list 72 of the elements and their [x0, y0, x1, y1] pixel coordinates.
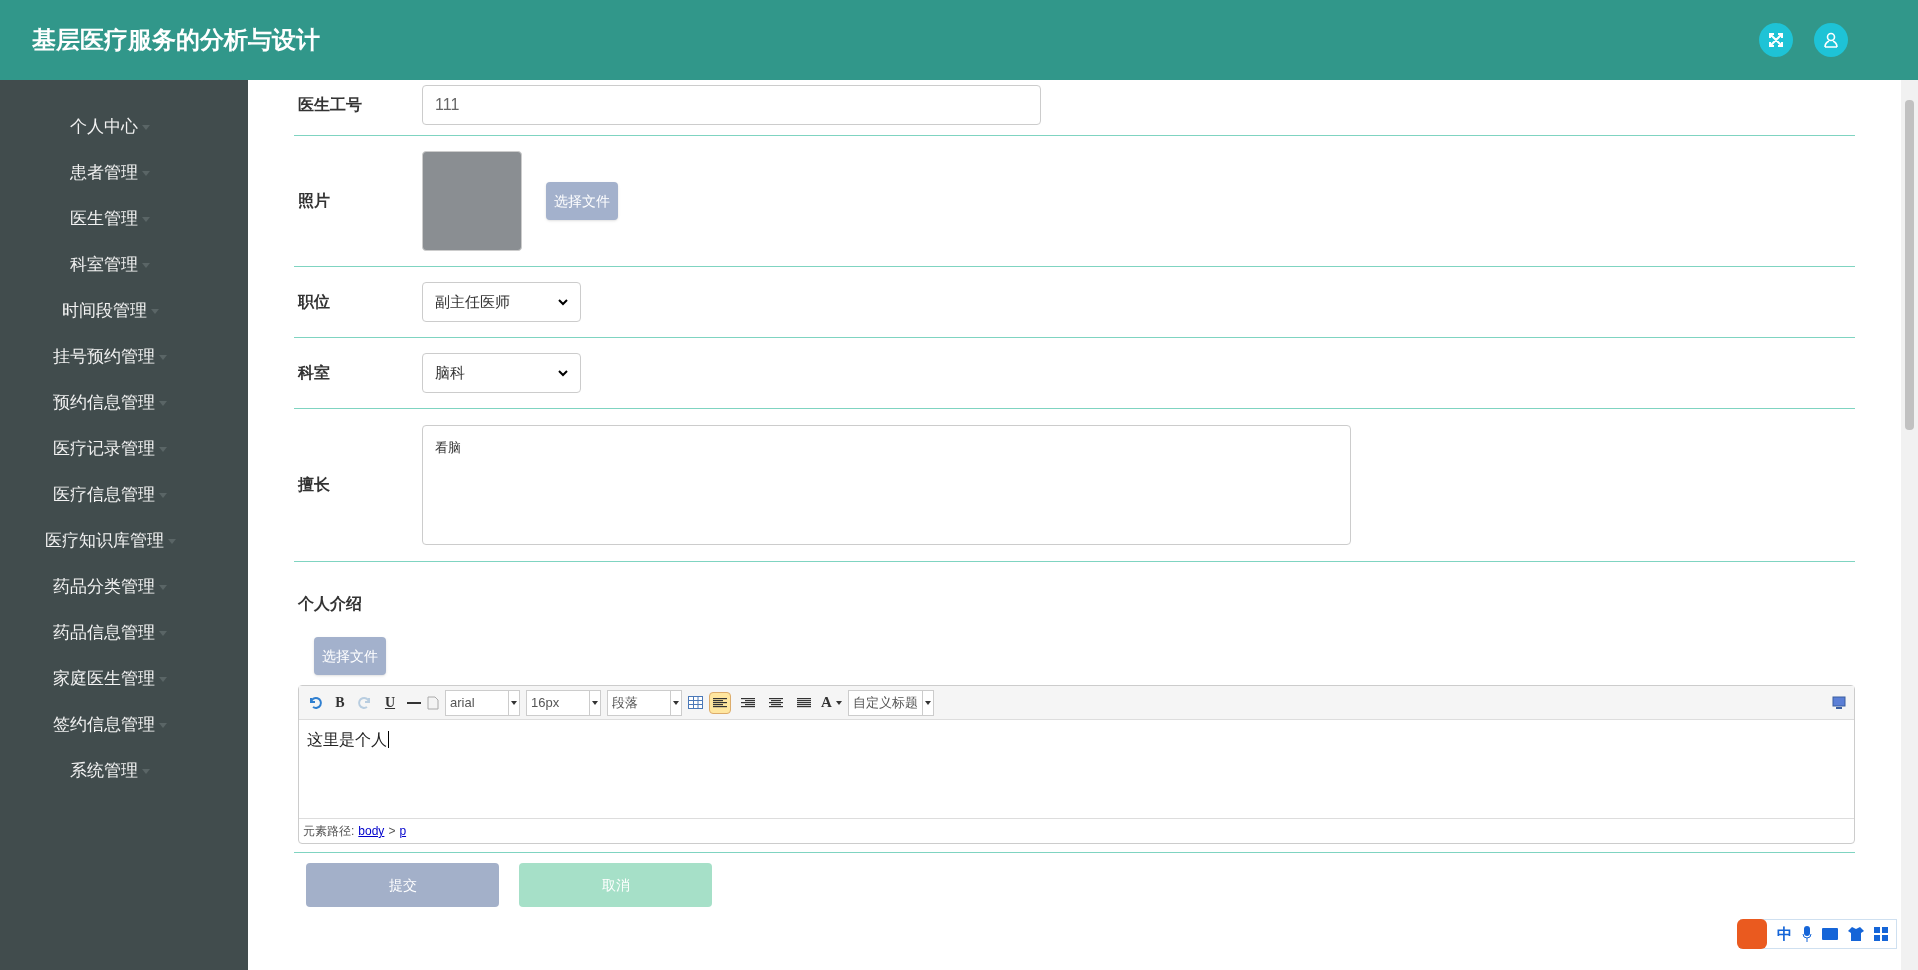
user-button[interactable] — [1814, 23, 1848, 57]
toolbar-select[interactable]: arial — [445, 689, 520, 716]
caret-icon — [159, 400, 167, 406]
sidebar-item[interactable]: 家庭医生管理 — [53, 656, 167, 702]
textarea-field[interactable]: 看脑 — [422, 425, 1351, 545]
sidebar-item[interactable]: 医生管理 — [70, 196, 150, 242]
sidebar-item[interactable]: 个人中心 — [70, 104, 150, 150]
microphone-icon[interactable] — [1802, 926, 1812, 942]
caret-icon — [142, 170, 150, 176]
ime-mode[interactable]: 中 — [1777, 922, 1792, 946]
field-label: 擅长 — [296, 475, 331, 495]
app-title: 基层医疗服务的分析与设计 — [32, 25, 321, 55]
format-button[interactable]: B — [329, 691, 351, 714]
element-path-link[interactable]: body — [358, 822, 385, 840]
caret-icon — [159, 630, 167, 636]
sidebar-item[interactable]: 系统管理 — [70, 748, 150, 794]
align-icon — [713, 697, 727, 708]
sidebar-item[interactable]: 挂号预约管理 — [53, 334, 167, 380]
caret-icon — [159, 584, 167, 590]
caret-icon — [159, 354, 167, 360]
sidebar-item[interactable]: 药品分类管理 — [53, 564, 167, 610]
sidebar-item[interactable]: 医疗信息管理 — [53, 472, 167, 518]
caret-icon — [142, 216, 150, 222]
align-icon — [797, 697, 811, 708]
caret-icon — [150, 308, 159, 314]
shirt-icon[interactable] — [1848, 927, 1864, 941]
caret-icon — [159, 492, 167, 498]
font-color-button[interactable]: A — [821, 691, 842, 714]
field-label: 照片 — [297, 191, 331, 211]
caret-icon — [159, 676, 167, 682]
path-separator: > — [388, 823, 396, 840]
sidebar-item[interactable]: 医疗记录管理 — [53, 426, 167, 472]
field-label: 个人介绍 — [297, 595, 362, 612]
sidebar-item[interactable]: 科室管理 — [70, 242, 150, 288]
expand-icon — [1768, 32, 1784, 48]
sidebar-item[interactable]: 患者管理 — [70, 150, 150, 196]
sidebar-item[interactable]: 签约信息管理 — [53, 702, 167, 748]
select-field[interactable]: 脑科 — [422, 353, 581, 393]
caret-icon — [142, 124, 150, 130]
field-label: 职位 — [297, 292, 331, 312]
field-label: 科室 — [297, 363, 331, 383]
align-icon — [741, 697, 755, 708]
monitor-icon[interactable] — [1832, 695, 1846, 710]
element-path-label: 元素路径: — [303, 823, 355, 840]
table-icon[interactable] — [688, 696, 703, 709]
toolbar-select[interactable]: 自定义标题 — [847, 689, 934, 716]
chevron-icon — [558, 369, 568, 377]
caret-icon — [167, 538, 176, 544]
ime-logo-icon — [1737, 919, 1767, 949]
field-label: 医生工号 — [297, 95, 363, 115]
editor-content[interactable]: 这里是个人 — [307, 731, 389, 748]
align-icon — [769, 697, 783, 708]
user-icon — [1823, 32, 1839, 48]
sidebar-item[interactable]: 医疗知识库管理 — [44, 518, 176, 564]
caret-icon — [142, 768, 150, 774]
select-field[interactable]: 副主任医师 — [422, 282, 581, 322]
sidebar-item[interactable]: 药品信息管理 — [53, 610, 167, 656]
element-path-link[interactable]: p — [399, 822, 407, 840]
toolbar-select[interactable]: 段落 — [607, 689, 682, 716]
align-button[interactable] — [709, 691, 731, 714]
format-button[interactable]: U — [379, 691, 401, 714]
input-field[interactable]: 111 — [422, 85, 1041, 125]
sidebar-item[interactable]: 预约信息管理 — [53, 380, 167, 426]
undo-icon[interactable] — [307, 694, 323, 711]
fullscreen-button[interactable] — [1759, 23, 1793, 57]
grid-icon[interactable] — [1874, 927, 1888, 941]
sidebar-item[interactable]: 时间段管理 — [61, 288, 159, 334]
caret-icon — [142, 262, 150, 268]
caret-icon — [159, 722, 167, 728]
toolbar-select[interactable]: 16px — [526, 689, 601, 716]
chevron-icon — [558, 298, 568, 306]
caret-icon — [159, 446, 167, 452]
